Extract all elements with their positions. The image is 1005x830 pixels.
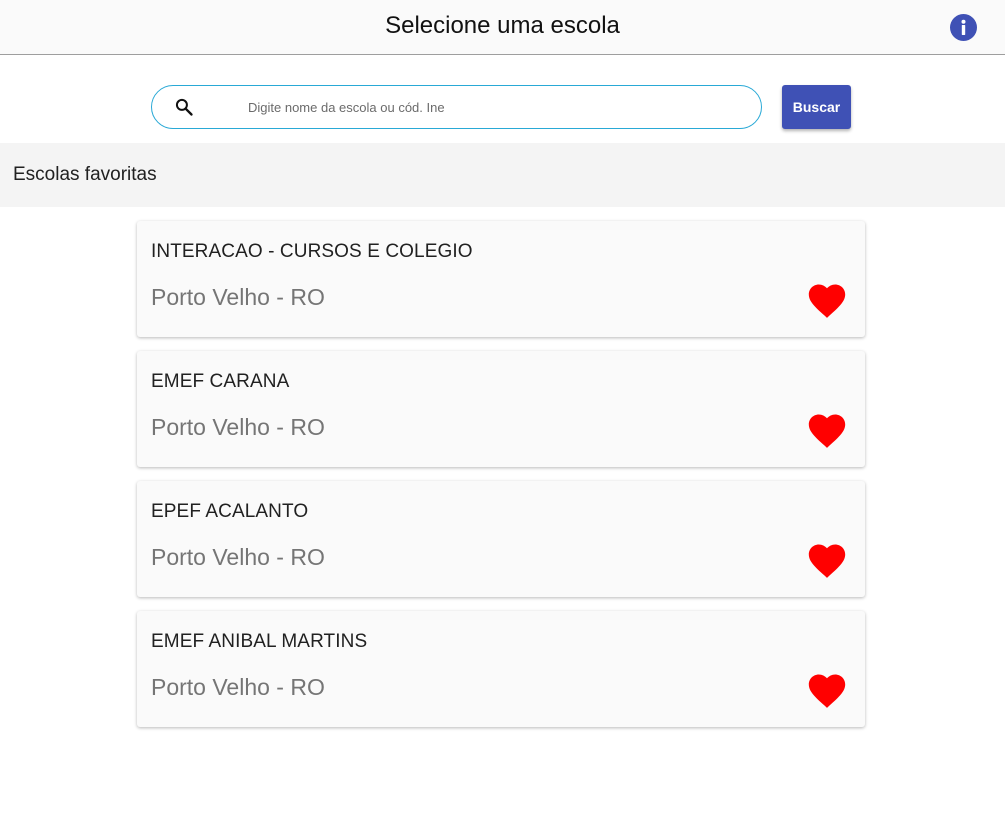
favorite-schools-list: INTERACAO - CURSOS E COLEGIO Porto Velho…	[137, 221, 865, 741]
school-name: EMEF CARANA	[151, 371, 290, 392]
search-input[interactable]	[248, 92, 738, 122]
heart-icon[interactable]	[805, 669, 849, 709]
section-title: Escolas favoritas	[13, 164, 157, 185]
page-title: Selecione uma escola	[385, 12, 620, 39]
school-location: Porto Velho - RO	[151, 414, 325, 440]
school-location: Porto Velho - RO	[151, 544, 325, 570]
heart-icon[interactable]	[805, 409, 849, 449]
school-name: INTERACAO - CURSOS E COLEGIO	[151, 241, 473, 262]
heart-icon[interactable]	[805, 539, 849, 579]
school-name: EMEF ANIBAL MARTINS	[151, 631, 368, 652]
school-card[interactable]: INTERACAO - CURSOS E COLEGIO Porto Velho…	[137, 221, 865, 337]
school-location: Porto Velho - RO	[151, 674, 325, 700]
heart-icon[interactable]	[805, 279, 849, 319]
app-header: Selecione uma escola	[0, 0, 1005, 55]
school-card[interactable]: EPEF ACALANTO Porto Velho - RO	[137, 481, 865, 597]
info-icon[interactable]	[950, 14, 977, 41]
search-icon	[175, 98, 193, 116]
favorites-section-header: Escolas favoritas	[0, 143, 1005, 207]
school-card[interactable]: EMEF ANIBAL MARTINS Porto Velho - RO	[137, 611, 865, 727]
search-button[interactable]: Buscar	[782, 85, 851, 129]
school-card[interactable]: EMEF CARANA Porto Velho - RO	[137, 351, 865, 467]
search-field[interactable]	[151, 85, 762, 129]
school-name: EPEF ACALANTO	[151, 501, 309, 522]
school-location: Porto Velho - RO	[151, 284, 325, 310]
